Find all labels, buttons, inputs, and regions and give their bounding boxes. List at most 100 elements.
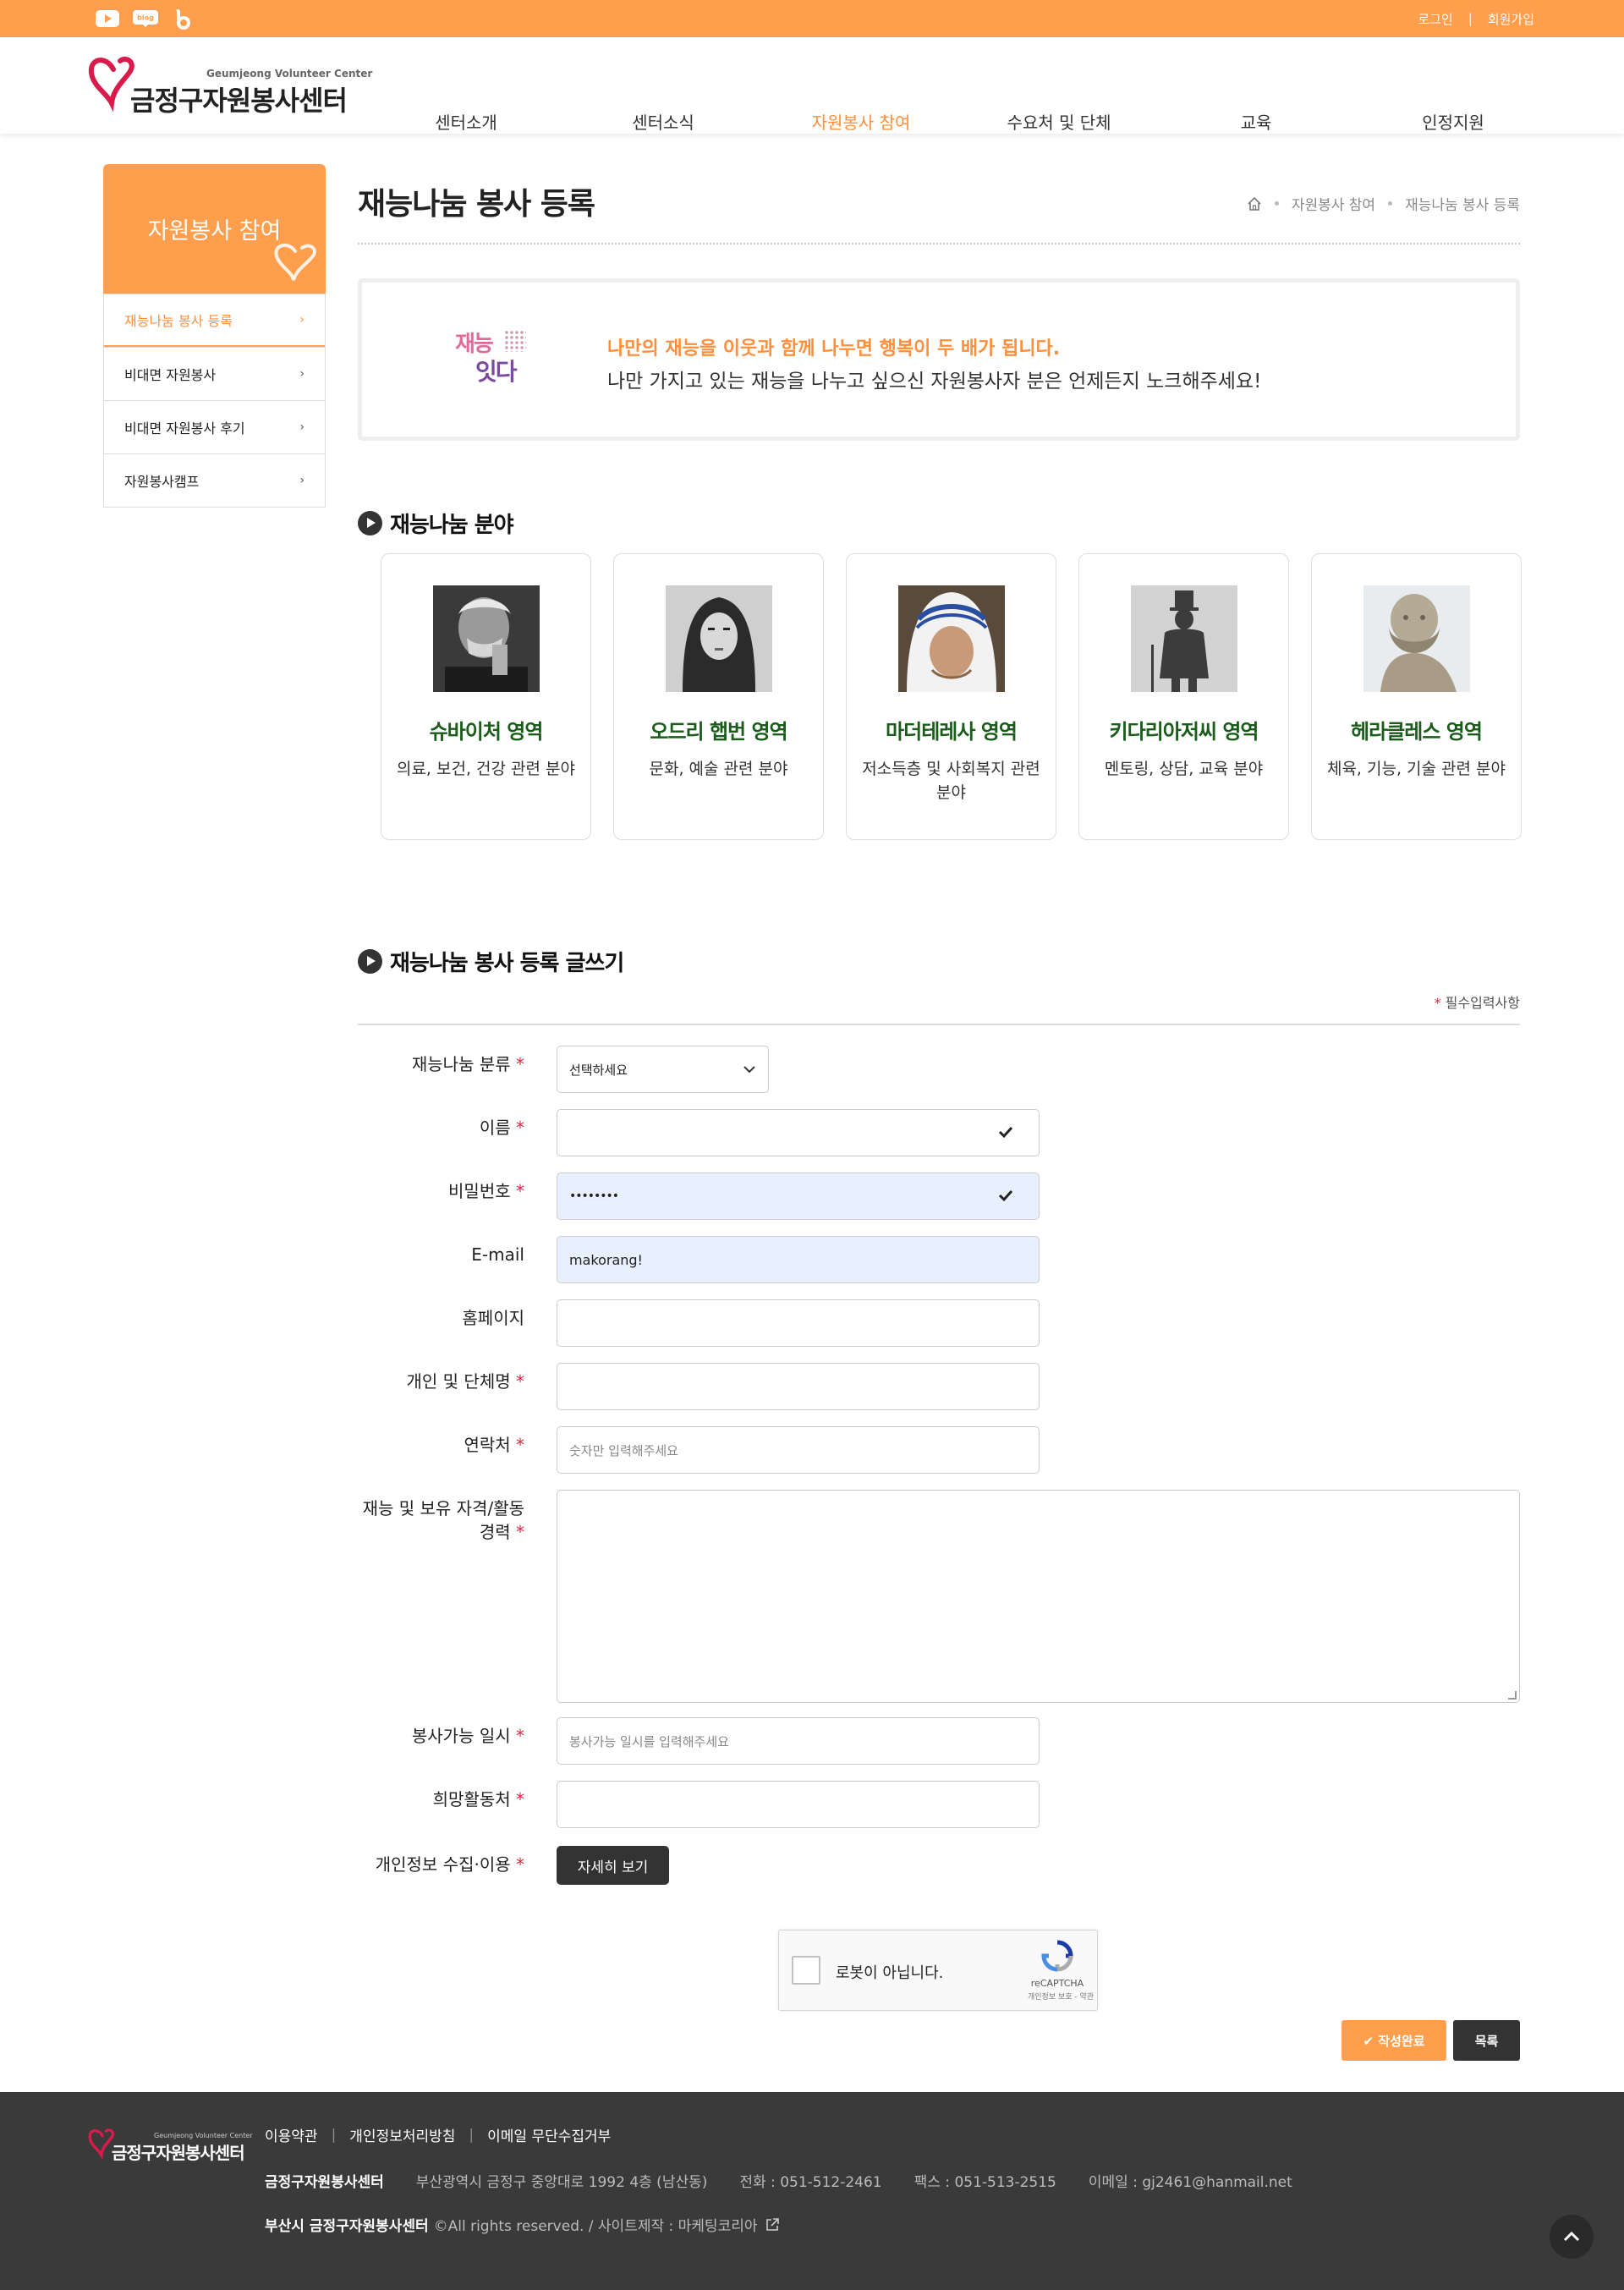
required-note-text: 필수입력사항 (1445, 995, 1520, 1011)
heart-icon (274, 243, 316, 281)
required-note: * 필수입력사항 (1435, 991, 1520, 1012)
field-label: 개인정보 수집·이용 * (358, 1853, 524, 1876)
footer: Geumjeong Volunteer Center 금정구자원봉사센터 이용약… (0, 2092, 1624, 2290)
email-refusal-link[interactable]: 이메일 무단수집거부 (487, 2124, 611, 2145)
sidebar-item-label: 비대면 자원봉사 (124, 367, 217, 383)
external-link-icon[interactable] (765, 2217, 780, 2232)
nav-center-news[interactable]: 센터소식 (632, 74, 694, 171)
login-link[interactable]: 로그인 (1418, 10, 1452, 28)
required-star: * (516, 1789, 524, 1809)
password-input-value: •••••••• (569, 1189, 619, 1203)
top-bar: blog 로그인 | 회원가입 (0, 0, 1624, 37)
copyright-text: ©All rights reserved. / 사이트제작 : 마케팅코리아 (433, 2218, 758, 2235)
password-input[interactable]: •••••••• (557, 1172, 1040, 1220)
footer-copyright: 부산시 금정구자원봉사센터 ©All rights reserved. / 사이… (265, 2214, 780, 2235)
footer-logo-title: 금정구자원봉사센터 (112, 2143, 245, 2163)
site-logo[interactable]: Geumjeong Volunteer Center 금정구자원봉사센터 (88, 54, 372, 118)
sidebar-item-untact-review[interactable]: 비대면 자원봉사 후기 › (104, 400, 325, 453)
recaptcha: 로봇이 아닙니다. reCAPTCHA 개인정보 보호 - 약관 (778, 1930, 1098, 2011)
label-text: 홈페이지 (462, 1308, 524, 1328)
chevron-right-icon: › (299, 313, 304, 327)
sidebar-item-label: 재능나눔 봉사 등록 (124, 313, 233, 329)
youtube-icon[interactable] (95, 9, 120, 28)
sidebar-item-talent[interactable]: 재능나눔 봉사 등록 › (104, 294, 325, 347)
field-label: 비밀번호 * (358, 1179, 524, 1203)
chevron-down-icon (743, 1066, 755, 1074)
check-icon (998, 1189, 1013, 1202)
band-icon[interactable] (173, 9, 193, 30)
field-label: 희망활동처 * (358, 1788, 524, 1811)
nav-organizations[interactable]: 수요처 및 단체 (1007, 74, 1111, 171)
footer-separator: | (469, 2126, 475, 2144)
required-star: * (516, 1118, 524, 1138)
privacy-policy-link[interactable]: 개인정보처리방침 (349, 2124, 455, 2145)
footer-logo-subtitle: Geumjeong Volunteer Center (154, 2132, 253, 2139)
required-star: * (516, 1371, 524, 1392)
nav-recognition[interactable]: 인정지원 (1422, 74, 1484, 171)
footer-links: 이용약관 | 개인정보처리방침 | 이메일 무단수집거부 (265, 2124, 611, 2146)
scroll-top-button[interactable] (1550, 2215, 1594, 2259)
resize-handle[interactable] (1508, 1691, 1517, 1700)
homepage-input[interactable] (557, 1299, 1040, 1347)
blog-icon[interactable]: blog (132, 9, 159, 28)
label-text: 봉사가능 일시 (411, 1726, 511, 1746)
field-label: 재능나눔 분류 * (358, 1052, 524, 1076)
available-placeholder: 봉사가능 일시를 입력해주세요 (569, 1733, 729, 1749)
logo-subtitle: Geumjeong Volunteer Center (206, 68, 373, 80)
category-select[interactable]: 선택하세요 (557, 1046, 769, 1093)
captcha-text: 로봇이 아닙니다. (836, 1964, 944, 1982)
blog-icon-text: blog (137, 14, 154, 22)
chevron-right-icon: › (299, 420, 304, 434)
footer-address: 부산광역시 금정구 중앙대로 1992 4층 (남산동) (415, 2174, 708, 2191)
field-label: 이름 * (358, 1116, 524, 1140)
chevron-right-icon: › (299, 474, 304, 487)
field-label: 개인 및 단체명 * (358, 1370, 524, 1393)
label-text: 이름 (479, 1118, 511, 1138)
required-star: * (516, 1435, 524, 1455)
label-text: 재능 및 보유 자격/활동 경력 (362, 1498, 524, 1542)
sidebar-header: 자원봉사 참여 (103, 164, 326, 294)
top-separator: | (1468, 11, 1473, 26)
privacy-detail-button[interactable]: 자세히 보기 (557, 1846, 669, 1885)
sidebar-item-label: 비대면 자원봉사 후기 (124, 420, 245, 437)
sidebar-title: 자원봉사 참여 (147, 218, 282, 244)
org-input[interactable] (557, 1363, 1040, 1410)
available-input[interactable]: 봉사가능 일시를 입력해주세요 (557, 1717, 1040, 1765)
contact-input[interactable]: 숫자만 입력해주세요 (557, 1426, 1040, 1474)
nav-education[interactable]: 교육 (1241, 74, 1272, 171)
recaptcha-terms[interactable]: 개인정보 보호 - 약관 (1028, 1991, 1094, 2002)
check-icon (998, 1126, 1013, 1139)
sidebar-item-camp[interactable]: 자원봉사캠프 › (104, 453, 325, 507)
footer-logo: Geumjeong Volunteer Center 금정구자원봉사센터 (88, 2126, 253, 2168)
nav-center-intro[interactable]: 센터소개 (435, 74, 497, 171)
label-text: 연락처 (464, 1435, 511, 1455)
field-label: 연락처 * (358, 1433, 524, 1457)
footer-email: 이메일 : gj2461@hanmail.net (1088, 2174, 1292, 2191)
recaptcha-icon (1041, 1940, 1073, 1972)
career-textarea[interactable] (557, 1490, 1520, 1703)
sidebar-item-label: 자원봉사캠프 (124, 474, 200, 490)
contact-placeholder: 숫자만 입력해주세요 (569, 1442, 678, 1458)
list-button[interactable]: 목록 (1453, 2020, 1520, 2061)
email-input[interactable]: makorang! (557, 1236, 1040, 1283)
required-star: * (1434, 995, 1441, 1011)
join-link[interactable]: 회원가입 (1488, 10, 1534, 28)
top-links: 로그인 | 회원가입 (1418, 0, 1534, 37)
captcha-checkbox[interactable] (792, 1956, 820, 1985)
name-input[interactable] (557, 1109, 1040, 1156)
write-form: * 필수입력사항 재능나눔 분류 * 선택하세요 이름 * 비밀번호 * •••… (358, 164, 1520, 2068)
category-select-value: 선택하세요 (569, 1062, 628, 1078)
required-star: * (516, 1726, 524, 1746)
required-star: * (516, 1522, 524, 1542)
recaptcha-brand: reCAPTCHA (1030, 1978, 1084, 1989)
terms-link[interactable]: 이용약관 (265, 2124, 318, 2145)
field-label: 봉사가능 일시 * (358, 1724, 524, 1748)
nav-volunteer[interactable]: 자원봉사 참여 (812, 74, 911, 171)
sidebar-menu: 재능나눔 봉사 등록 › 비대면 자원봉사 › 비대면 자원봉사 후기 › 자원봉사캠… (103, 294, 326, 508)
label-text: E-mail (471, 1244, 524, 1265)
sidebar-item-untact[interactable]: 비대면 자원봉사 › (104, 347, 325, 400)
label-text: 비밀번호 (448, 1181, 511, 1201)
submit-button[interactable]: ✔ 작성완료 (1341, 2020, 1446, 2061)
place-input[interactable] (557, 1781, 1040, 1828)
label-text: 개인 및 단체명 (406, 1371, 511, 1392)
